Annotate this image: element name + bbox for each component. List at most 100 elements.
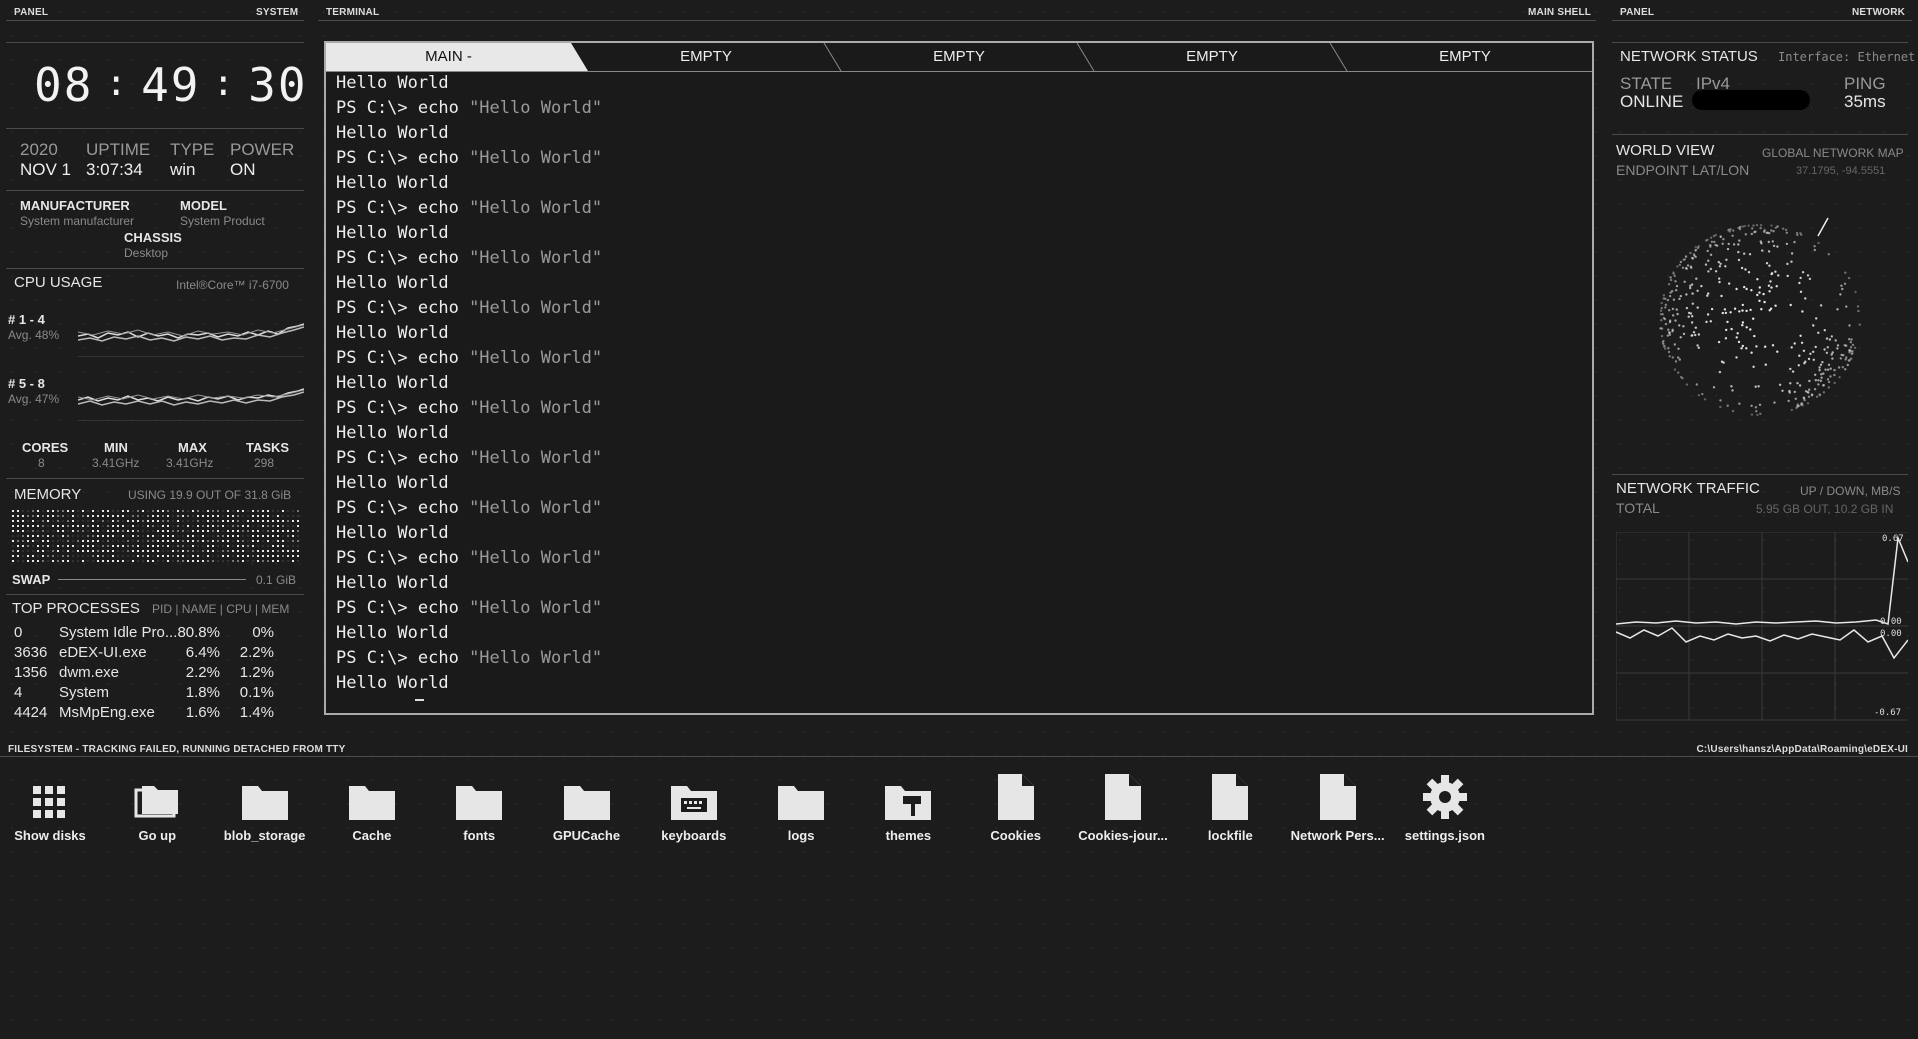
processes-title: TOP PROCESSES [12, 600, 140, 617]
terminal-output-line: Hello World [336, 423, 449, 443]
terminal-command-line: PS C:\> echo "Hello World" [336, 648, 602, 668]
terminal-command-line: PS C:\> echo "Hello World" [336, 548, 602, 568]
traffic-graph [1616, 532, 1908, 721]
file-item[interactable]: Cookies [966, 770, 1066, 843]
file-name: Cache [352, 828, 392, 843]
file-item[interactable]: themes [858, 770, 958, 843]
terminal-argument: "Hello World" [469, 548, 603, 568]
manufacturer-value: System manufacturer [20, 214, 135, 228]
endpoint-value: 37.1795, -94.5551 [1796, 165, 1886, 177]
terminal-prompt: PS C:\> echo [336, 148, 470, 168]
terminal-output-line: Hello World [336, 523, 449, 543]
file-name: Cookies-jour... [1078, 828, 1168, 843]
terminal-prompt: PS C:\> echo [336, 448, 470, 468]
terminal-output-line: Hello World [336, 123, 449, 143]
model-label: MODEL [180, 198, 227, 213]
file-name: Show disks [14, 828, 86, 843]
total-label: TOTAL [1616, 500, 1660, 516]
terminal-argument: "Hello World" [469, 98, 603, 118]
file-item[interactable]: logs [751, 770, 851, 843]
file-item[interactable]: settings.json [1395, 770, 1495, 843]
process-cpu: 80.8% [177, 624, 220, 641]
power-value: ON [230, 160, 256, 179]
filesystem-path: C:\Users\hansz\AppData\Roaming\eDEX-UI [1696, 744, 1908, 755]
grid-icon [0, 770, 100, 820]
terminal-argument: "Hello World" [469, 298, 603, 318]
process-name: dwm.exe [59, 664, 120, 681]
terminal-command-line: PS C:\> echo "Hello World" [336, 198, 602, 218]
terminal-prompt: PS C:\> echo [336, 398, 470, 418]
terminal-argument: "Hello World" [469, 148, 603, 168]
cpu-title: CPU USAGE [14, 274, 103, 291]
cpu-group1-avg: Avg. 48% [8, 328, 60, 342]
chassis-label: CHASSIS [124, 230, 182, 245]
file-item[interactable]: keyboards [644, 770, 744, 843]
min-label: MIN [104, 440, 128, 455]
tab-bar: MAIN - EMPTY EMPTY EMPTY EMPTY [326, 43, 1592, 72]
terminal-argument: "Hello World" [469, 648, 603, 668]
terminal-command-line: PS C:\> echo "Hello World" [336, 398, 602, 418]
file-item[interactable]: blob_storage [215, 770, 315, 843]
right-panel-header: PANEL [1620, 7, 1655, 18]
ipv4-redacted [1692, 90, 1810, 110]
process-mem: 0.1% [239, 684, 274, 701]
terminal-output-line: Hello World [336, 673, 449, 693]
file-name: fonts [463, 828, 496, 843]
file-icon [1073, 770, 1173, 820]
folder-icon [215, 770, 315, 820]
terminal-argument: "Hello World" [469, 198, 603, 218]
terminal-prompt: PS C:\> echo [336, 598, 470, 618]
terminal-output-line: Hello World [336, 373, 449, 393]
date-value: NOV 1 [20, 160, 72, 179]
file-item[interactable]: Network Pers... [1288, 770, 1388, 843]
file-item[interactable]: Go up [107, 770, 207, 843]
file-name: settings.json [1404, 828, 1485, 843]
traffic-units: UP / DOWN, MB/S [1800, 484, 1901, 498]
cpu-group2-avg: Avg. 47% [8, 392, 60, 406]
terminal-output-line: Hello World [336, 473, 449, 493]
clock-hours: 08 [34, 58, 94, 112]
process-cpu: 1.6% [185, 704, 220, 721]
model-value: System Product [180, 214, 265, 228]
cores-label: CORES [22, 440, 69, 455]
left-panel-header: PANEL [14, 7, 49, 18]
traffic-up-zero: 0.00 [1880, 617, 1902, 627]
process-pid: 1356 [14, 664, 48, 681]
tasks-value: 298 [254, 456, 275, 470]
terminal-argument: "Hello World" [469, 448, 603, 468]
cores-value: 8 [38, 456, 45, 470]
process-name: MsMpEng.exe [59, 704, 155, 721]
terminal-prompt: PS C:\> echo [336, 348, 470, 368]
terminal-header: TERMINAL [326, 7, 380, 18]
file-name: Cookies [990, 828, 1041, 843]
terminal-command-line: PS C:\> echo "Hello World" [336, 498, 602, 518]
file-item[interactable]: Cookies-jour... [1073, 770, 1173, 843]
terminal-command-line: PS C:\> echo "Hello World" [336, 148, 602, 168]
file-item[interactable]: lockfile [1180, 770, 1280, 843]
process-row: 1356 dwm.exe 2.2% 1.2% [14, 664, 304, 684]
folder-icon [751, 770, 851, 820]
left-system-header: SYSTEM [256, 7, 299, 18]
file-item[interactable]: GPUCache [537, 770, 637, 843]
traffic-down-min: -0.67 [1874, 708, 1902, 718]
total-value: 5.95 GB OUT, 10.2 GB IN [1756, 502, 1894, 516]
tasks-label: TASKS [246, 440, 290, 455]
terminal-prompt: PS C:\> echo [336, 98, 470, 118]
file-item[interactable]: Cache [322, 770, 422, 843]
process-mem: 2.2% [239, 644, 274, 661]
process-mem: 1.2% [239, 664, 274, 681]
file-item[interactable]: fonts [429, 770, 529, 843]
endpoint-label: ENDPOINT LAT/LON [1616, 162, 1750, 178]
terminal-output-line: Hello World [336, 73, 449, 93]
terminal-window[interactable]: MAIN - EMPTY EMPTY EMPTY EMPTY Hello Wor… [324, 41, 1594, 715]
file-item[interactable]: Show disks [0, 770, 100, 843]
uptime-value: 3:07:34 [86, 160, 143, 179]
terminal-output-line: Hello World [336, 273, 449, 293]
year-label: 2020 [20, 140, 58, 159]
terminal-prompt: PS C:\> echo [336, 198, 470, 218]
process-pid: 0 [14, 624, 23, 641]
process-pid: 3636 [14, 644, 48, 661]
cpu-graph-1 [78, 323, 304, 342]
process-row: 0 System Idle Pro... 80.8% 0% [14, 624, 304, 644]
folder-icon [322, 770, 422, 820]
